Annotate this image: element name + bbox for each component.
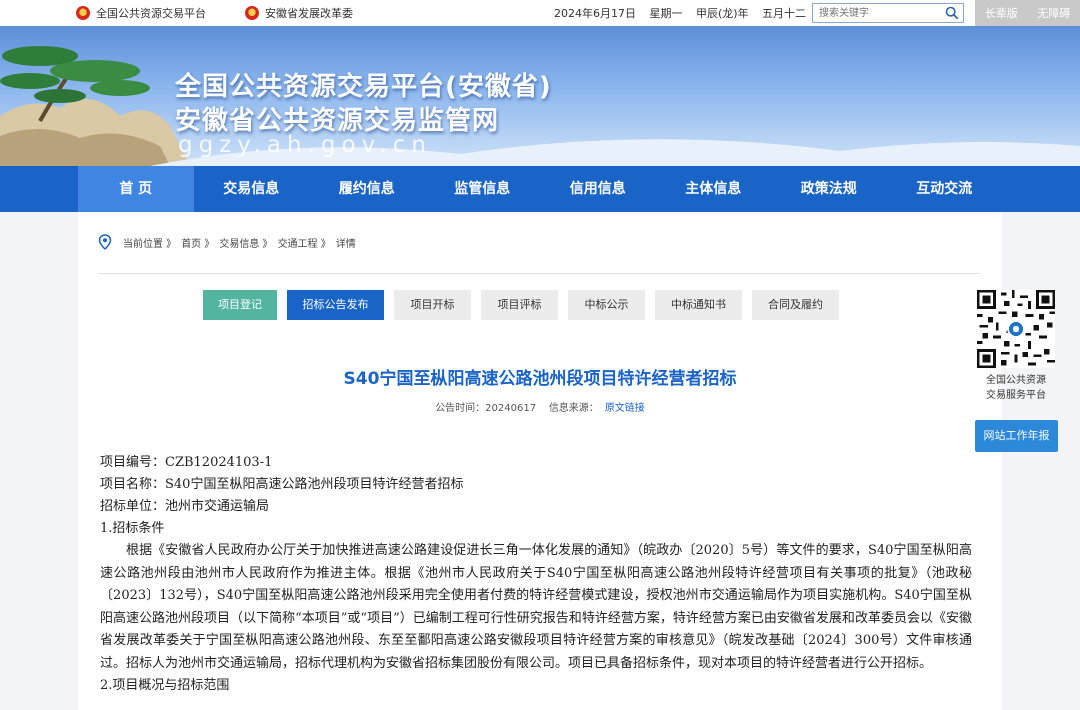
breadcrumb-trading-info[interactable]: 交易信息 》 — [219, 235, 272, 250]
divider — [98, 273, 980, 274]
current-date: 2024年6月17日 星期一 甲辰(龙)年 五月十二 — [554, 7, 807, 20]
elder-mode-button[interactable]: 长辈版 — [985, 5, 1018, 21]
article-body: 项目编号：CZB12024103-1 项目名称：S40宁国至枞阳高速公路池州段项… — [100, 452, 972, 697]
qr-caption-line-1: 全国公共资源 — [986, 375, 1046, 386]
step-tender-notice[interactable]: 招标公告发布 — [287, 290, 384, 320]
national-emblem-icon — [245, 6, 259, 20]
top-bar: 全国公共资源交易平台 安徽省发展改革委 2024年6月17日 星期一 甲辰(龙)… — [0, 0, 1080, 26]
section-heading-2: 2.项目概况与招标范围 — [100, 678, 230, 693]
project-name: 项目名称：S40宁国至枞阳高速公路池州段项目特许经营者招标 — [100, 477, 464, 492]
banner-title-1: 全国公共资源交易平台(安徽省) — [175, 72, 552, 102]
accessible-mode-button[interactable]: 无障碍 — [1037, 5, 1070, 21]
process-steps: 项目登记 招标公告发布 项目开标 项目评标 中标公示 中标通知书 合同及履约 — [203, 290, 839, 320]
nav-interaction[interactable]: 互动交流 — [887, 166, 1003, 212]
accessibility-bar: 长辈版 无障碍 — [975, 0, 1080, 26]
source-label: 信息来源： — [548, 403, 599, 414]
search-box — [812, 3, 964, 23]
search-input[interactable] — [813, 4, 937, 22]
location-pin-icon — [98, 234, 112, 250]
national-platform-label: 全国公共资源交易平台 — [96, 7, 206, 20]
search-icon[interactable] — [945, 6, 959, 20]
qr-caption-line-2: 交易服务平台 — [986, 390, 1046, 401]
nav-supervision-info[interactable]: 监管信息 — [425, 166, 541, 212]
nav-policy[interactable]: 政策法规 — [771, 166, 887, 212]
tenderer: 招标单位：池州市交通运输局 — [100, 499, 270, 514]
publish-time: 公告时间：20240617 — [435, 403, 537, 414]
banner-domain: ggzy.ah.gov.cn — [178, 132, 432, 158]
step-award-notice[interactable]: 中标通知书 — [655, 290, 742, 320]
step-bid-evaluation[interactable]: 项目评标 — [481, 290, 558, 320]
breadcrumb-current-position: 当前位置 》 — [123, 238, 177, 250]
annual-report-button[interactable]: 网站工作年报 — [975, 420, 1058, 452]
paragraph-tender-conditions: 根据《安徽省人民政府办公厅关于加快推进高速公路建设促进长三角一体化发展的通知》（… — [100, 543, 972, 671]
content-card: 当前位置 》 首页 》 交易信息 》 交通工程 》 详情 项目登记 招标公告发布… — [78, 212, 1002, 710]
project-number: 项目编号：CZB12024103-1 — [100, 455, 273, 470]
step-contract-performance[interactable]: 合同及履约 — [752, 290, 839, 320]
article-title: S40宁国至枞阳高速公路池州段项目特许经营者招标 — [343, 369, 737, 389]
header-banner: 全国公共资源交易平台(安徽省) 安徽省公共资源交易监管网 ggzy.ah.gov… — [0, 26, 1080, 166]
qr-code-icon — [977, 290, 1055, 368]
nav-entity-info[interactable]: 主体信息 — [656, 166, 772, 212]
nav-home[interactable]: 首 页 — [78, 166, 194, 212]
step-bid-opening[interactable]: 项目开标 — [394, 290, 471, 320]
national-platform-link[interactable]: 全国公共资源交易平台 — [76, 5, 206, 21]
breadcrumb-transport-engineering[interactable]: 交通工程 》 — [278, 235, 331, 250]
nav-credit-info[interactable]: 信用信息 — [540, 166, 656, 212]
ndrc-label: 安徽省发展改革委 — [265, 7, 353, 20]
breadcrumb-detail: 详情 — [335, 238, 356, 250]
source-link[interactable]: 原文链接 — [605, 403, 645, 414]
breadcrumb: 当前位置 》 首页 》 交易信息 》 交通工程 》 详情 — [98, 234, 356, 250]
qr-caption: 全国公共资源 交易服务平台 — [970, 373, 1062, 403]
breadcrumb-home[interactable]: 首页 》 — [181, 235, 214, 250]
nav-contract-info[interactable]: 履约信息 — [309, 166, 425, 212]
ndrc-link[interactable]: 安徽省发展改革委 — [245, 5, 353, 21]
main-nav: 首 页 交易信息 履约信息 监管信息 信用信息 主体信息 政策法规 互动交流 — [0, 166, 1080, 212]
article-meta: 公告时间：20240617 信息来源： 原文链接 — [78, 399, 1002, 414]
step-award-publicity[interactable]: 中标公示 — [568, 290, 645, 320]
national-emblem-icon — [76, 6, 90, 20]
section-heading-1: 1.招标条件 — [100, 521, 165, 536]
step-project-registration[interactable]: 项目登记 — [203, 290, 277, 320]
nav-trading-info[interactable]: 交易信息 — [194, 166, 310, 212]
